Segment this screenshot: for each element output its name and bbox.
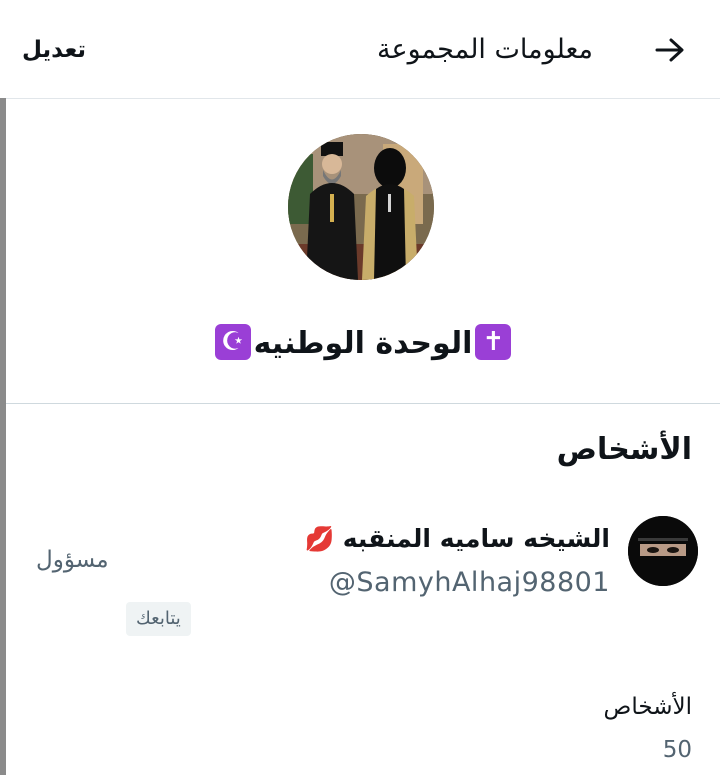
member-role: مسؤول: [36, 547, 109, 573]
arrow-right-icon: [655, 38, 684, 62]
people-count-label: الأشخاص: [603, 694, 692, 720]
group-info-section: ✝الوحدة الوطنيه☪: [6, 98, 720, 404]
back-button[interactable]: [648, 28, 692, 72]
group-photo-image: [288, 134, 434, 280]
member-name-text: الشيخه ساميه المنقبه: [342, 524, 610, 553]
star-crescent-emoji-icon: ☪: [214, 323, 251, 360]
people-section-heading: الأشخاص: [556, 432, 692, 467]
group-avatar[interactable]: [288, 134, 434, 280]
member-name: الشيخه ساميه المنقبه💋: [305, 520, 610, 558]
member-handle: @SamyhAlhaj98801: [328, 567, 610, 598]
avatar[interactable]: [628, 516, 698, 586]
group-name-text: الوحدة الوطنيه: [253, 326, 473, 361]
people-count-value: 50: [662, 737, 692, 763]
lips-icon: 💋: [304, 525, 335, 553]
group-name: ✝الوحدة الوطنيه☪: [6, 322, 720, 366]
edit-button[interactable]: تعديل: [22, 32, 86, 68]
top-bar: معلومات المجموعة تعديل: [0, 0, 720, 99]
follows-you-badge: يتابعك: [126, 602, 191, 636]
cross-emoji-icon: ✝: [475, 323, 512, 360]
member-photo-image: [628, 516, 698, 586]
page-title: معلومات المجموعة: [377, 34, 593, 65]
